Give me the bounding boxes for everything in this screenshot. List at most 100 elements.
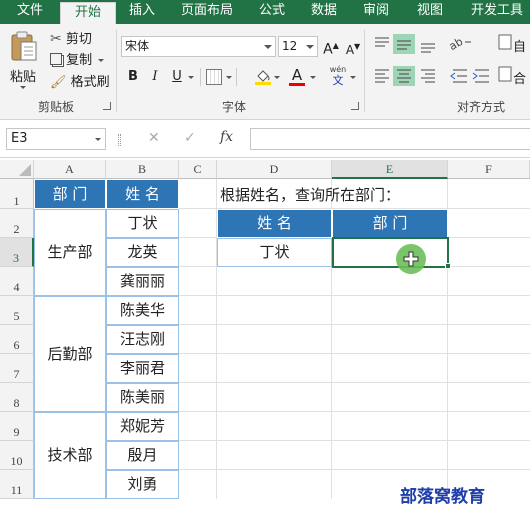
separator: [236, 68, 237, 86]
paste-label: 粘贴: [10, 70, 37, 85]
tab-insert[interactable]: 插入: [120, 0, 164, 24]
paint-bucket-icon: [255, 70, 271, 85]
dept-header-cell[interactable]: 部 门: [34, 179, 106, 209]
phonetic-button[interactable]: wén 文: [326, 65, 350, 87]
column-header-b[interactable]: B: [106, 160, 179, 179]
name-cell[interactable]: 李丽君: [106, 354, 179, 383]
align-left-icon: [375, 69, 389, 83]
row-header-4[interactable]: 4: [0, 267, 34, 296]
lookup-name-cell[interactable]: 丁状: [217, 238, 332, 267]
fill-color-dropdown-icon[interactable]: [274, 76, 280, 79]
tab-data[interactable]: 数据: [302, 0, 346, 24]
column-header-d[interactable]: D: [217, 160, 332, 179]
tab-developer[interactable]: 开发工具: [464, 0, 530, 24]
font-launcher-icon[interactable]: [351, 102, 359, 110]
format-painter-button[interactable]: 🖌 格式刷: [50, 74, 110, 92]
orientation-icon: ab: [447, 35, 471, 53]
font-color-dropdown-icon[interactable]: [310, 76, 316, 79]
resize-handle-icon[interactable]: [118, 134, 121, 146]
font-size-combo[interactable]: 12: [278, 36, 318, 57]
name-header-cell[interactable]: 姓 名: [106, 179, 179, 209]
column-header-f[interactable]: F: [448, 160, 530, 179]
copy-button[interactable]: 复制: [50, 52, 105, 70]
cancel-icon[interactable]: ✕: [148, 130, 160, 146]
enter-icon[interactable]: ✓: [184, 130, 196, 146]
tab-formulas[interactable]: 公式: [250, 0, 294, 24]
row-header-5[interactable]: 5: [0, 296, 34, 325]
copy-dropdown-arrow[interactable]: [98, 59, 105, 62]
tab-review[interactable]: 审阅: [354, 0, 398, 24]
fill-color-button[interactable]: [254, 67, 272, 85]
name-cell[interactable]: 刘勇: [106, 470, 179, 499]
lookup-dept-cell-selected[interactable]: [332, 237, 449, 268]
name-cell[interactable]: 郑妮芳: [106, 412, 179, 441]
bold-button[interactable]: B: [124, 68, 142, 86]
worksheet-grid[interactable]: A B C D E F 1 2 3 4 5 6 7 8 9 10 11 部 门: [0, 160, 530, 524]
lookup-dept-header[interactable]: 部 门: [332, 209, 448, 238]
row-header-10[interactable]: 10: [0, 441, 34, 470]
cut-label: 剪切: [65, 32, 92, 47]
grow-font-button[interactable]: A▲: [322, 37, 340, 58]
row-header-1[interactable]: 1: [0, 179, 34, 209]
align-right-icon: [421, 69, 435, 83]
insert-function-icon[interactable]: fx: [220, 129, 233, 145]
row-header-9[interactable]: 9: [0, 412, 34, 441]
lookup-name-header[interactable]: 姓 名: [217, 209, 332, 238]
tab-view[interactable]: 视图: [408, 0, 452, 24]
scissors-icon: ✂: [50, 31, 62, 47]
borders-icon[interactable]: [206, 69, 222, 85]
shrink-font-icon: A: [345, 43, 355, 57]
clipboard-group-label: 剪贴板: [37, 100, 74, 114]
dept-cell[interactable]: 生产部: [34, 209, 106, 296]
formula-input[interactable]: [250, 128, 530, 150]
font-color-button[interactable]: A: [288, 66, 306, 86]
column-header-e[interactable]: E: [332, 160, 448, 179]
underline-dropdown-icon[interactable]: [188, 76, 194, 79]
fill-handle[interactable]: [445, 263, 451, 269]
font-size-value: 12: [282, 39, 298, 53]
clipboard-launcher-icon[interactable]: [103, 102, 111, 110]
row-header-7[interactable]: 7: [0, 354, 34, 383]
row-header-6[interactable]: 6: [0, 325, 34, 354]
paste-dropdown-arrow[interactable]: [20, 86, 26, 89]
name-cell[interactable]: 龙英: [106, 238, 179, 267]
paste-button[interactable]: 粘贴: [4, 28, 42, 89]
name-cell[interactable]: 殷月: [106, 441, 179, 470]
align-bottom-icon: [421, 43, 435, 53]
name-cell[interactable]: 龚丽丽: [106, 267, 179, 296]
dept-cell[interactable]: 后勤部: [34, 296, 106, 412]
phonetic-dropdown-icon[interactable]: [350, 76, 356, 79]
name-cell[interactable]: 陈美丽: [106, 383, 179, 412]
italic-button[interactable]: I: [146, 68, 164, 86]
group-divider: [116, 30, 117, 112]
cut-button[interactable]: ✂ 剪切: [50, 30, 92, 48]
wrap-text-label[interactable]: 自: [513, 36, 526, 55]
tab-home[interactable]: 开始: [60, 2, 116, 24]
row-header-2[interactable]: 2: [0, 209, 34, 238]
underline-button[interactable]: U: [168, 68, 186, 86]
font-name-dropdown-icon[interactable]: [264, 45, 272, 49]
column-header-a[interactable]: A: [34, 160, 106, 179]
merge-center-label[interactable]: 合: [513, 68, 526, 87]
ribbon-tab-bar: 文件 开始 插入 页面布局 公式 数据 审阅 视图 开发工具: [0, 0, 530, 24]
lookup-prompt[interactable]: 根据姓名，查询所在部门：: [220, 184, 400, 205]
dept-cell[interactable]: 技术部: [34, 412, 106, 499]
row-header-8[interactable]: 8: [0, 383, 34, 412]
borders-dropdown-icon[interactable]: [226, 76, 232, 79]
tab-page-layout[interactable]: 页面布局: [174, 0, 240, 24]
font-size-dropdown-icon[interactable]: [306, 45, 314, 49]
format-painter-label: 格式刷: [70, 75, 110, 90]
name-box-dropdown-icon[interactable]: [95, 138, 101, 141]
name-cell[interactable]: 丁状: [106, 209, 179, 238]
name-box-value: E3: [11, 131, 28, 146]
name-cell[interactable]: 陈美华: [106, 296, 179, 325]
shrink-font-button[interactable]: A▼: [344, 38, 362, 57]
name-box[interactable]: E3: [6, 128, 106, 150]
select-all-corner[interactable]: [0, 160, 34, 179]
name-cell[interactable]: 汪志刚: [106, 325, 179, 354]
tab-file[interactable]: 文件: [0, 0, 60, 24]
row-header-11[interactable]: 11: [0, 470, 34, 499]
font-name-combo[interactable]: 宋体: [121, 36, 276, 57]
row-header-3[interactable]: 3: [0, 238, 34, 267]
column-header-c[interactable]: C: [179, 160, 217, 179]
